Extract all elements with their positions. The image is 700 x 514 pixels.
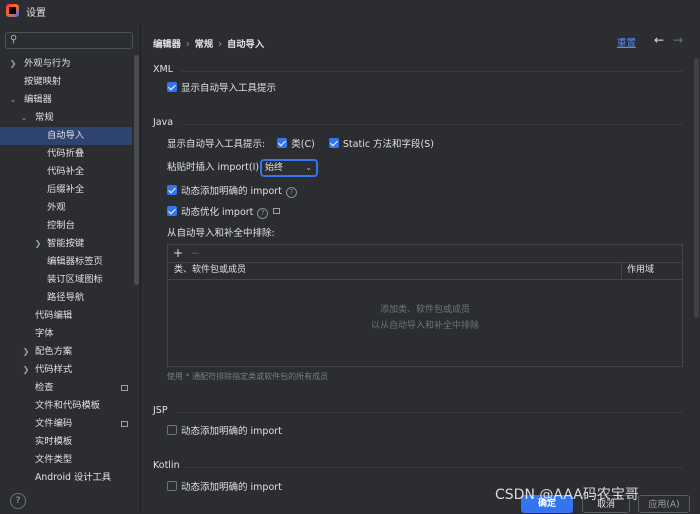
chevron-right-icon[interactable]: ❯ xyxy=(21,361,31,379)
chevron-right-icon: › xyxy=(218,39,222,50)
sidebar-item-color-scheme[interactable]: ❯ 配色方案 xyxy=(0,343,132,361)
section-title-java: Java xyxy=(153,117,174,128)
section-title-kotlin: Kotlin xyxy=(153,460,180,471)
project-settings-icon xyxy=(273,208,281,214)
sidebar-item-code-editing[interactable]: 代码编辑 xyxy=(0,307,132,325)
settings-sidebar: ⚲ ❯ 外观与行为 按键映射 ⌄ 编辑器 ⌄ 常规 自动导入 代码折叠 代码补全… xyxy=(0,22,140,513)
xml-show-popup-option[interactable]: 显示自动导入工具提示 xyxy=(167,82,276,96)
paste-import-value: 始终 xyxy=(265,163,284,173)
exclude-table-header: 类、软件包或成员 作用域 xyxy=(168,262,682,280)
title-bar: 设置 xyxy=(0,0,700,22)
sidebar-item-appearance[interactable]: ❯ 外观与行为 xyxy=(0,55,132,73)
java-optimize-option[interactable]: 动态优化 import? xyxy=(167,206,281,220)
exclude-hint: 使用 * 通配符排除指定类或软件包的所有成员 xyxy=(167,372,329,381)
chevron-right-icon[interactable]: ❯ xyxy=(33,235,43,253)
section-divider xyxy=(183,124,683,125)
sidebar-scrollbar[interactable] xyxy=(134,55,139,285)
sidebar-item-font[interactable]: 字体 xyxy=(0,325,132,343)
column-header-class[interactable]: 类、软件包或成员 xyxy=(174,262,246,279)
section-title-jsp: JSP xyxy=(153,405,168,416)
sidebar-item-file-templates[interactable]: 文件和代码模板 xyxy=(0,397,132,415)
exclude-toolbar: + − xyxy=(168,245,682,263)
sidebar-item-appearance-editor[interactable]: 外观 xyxy=(0,199,132,217)
exclude-table: + − 类、软件包或成员 作用域 添加类、软件包或成员 以从自动导入和补全中排除 xyxy=(167,244,683,367)
search-input[interactable] xyxy=(25,34,125,47)
checkbox-checked[interactable] xyxy=(277,138,288,148)
chevron-down-icon[interactable]: ⌄ xyxy=(19,109,29,127)
settings-main-panel: 编辑器 › 常规 › 自动导入 重置 ← → XML 显示自动导入工具提示 Java 显… xyxy=(140,22,700,513)
forward-arrow-icon[interactable]: → xyxy=(673,33,683,47)
java-add-unambiguous-option[interactable]: 动态添加明确的 import? xyxy=(167,185,297,199)
chevron-down-icon[interactable]: ⌄ xyxy=(8,91,18,109)
sidebar-item-general[interactable]: ⌄ 常规 xyxy=(0,109,132,127)
sidebar-item-editor[interactable]: ⌄ 编辑器 xyxy=(0,91,132,109)
jsp-add-unambiguous-option[interactable]: 动态添加明确的 import xyxy=(167,425,282,439)
sidebar-item-editor-tabs[interactable]: 编辑器标签页 xyxy=(0,253,132,271)
settings-search[interactable]: ⚲ xyxy=(5,32,133,49)
reset-link[interactable]: 重置 xyxy=(617,35,636,49)
java-show-popup-row: 显示自动导入工具提示: 类(C) Static 方法和字段(S) xyxy=(167,138,434,152)
content-scrollbar[interactable] xyxy=(694,58,699,318)
sidebar-item-gutter-icons[interactable]: 装订区域图标 xyxy=(0,271,132,289)
breadcrumb-item-general[interactable]: 常规 xyxy=(195,39,214,50)
settings-content: XML 显示自动导入工具提示 Java 显示自动导入工具提示: 类(C) Sta… xyxy=(141,55,693,495)
empty-table-text: 以从自动导入和补全中排除 xyxy=(370,321,479,331)
sidebar-item-keymap[interactable]: 按键映射 xyxy=(0,73,132,91)
section-divider xyxy=(185,467,683,468)
sidebar-item-live-templates[interactable]: 实时模板 xyxy=(0,433,132,451)
project-settings-icon xyxy=(121,385,128,391)
sidebar-item-code-style[interactable]: ❯ 代码样式 xyxy=(0,361,132,379)
settings-tree: ❯ 外观与行为 按键映射 ⌄ 编辑器 ⌄ 常规 自动导入 代码折叠 代码补全 后… xyxy=(0,55,132,487)
add-icon[interactable]: + xyxy=(173,245,183,262)
help-button[interactable]: ? xyxy=(10,493,26,509)
section-divider xyxy=(181,71,683,72)
java-exclude-title: 从自动导入和补全中排除: xyxy=(167,228,275,239)
app-icon xyxy=(6,4,19,17)
help-icon[interactable]: ? xyxy=(257,208,269,219)
sidebar-item-postfix-completion[interactable]: 后缀补全 xyxy=(0,181,132,199)
sidebar-item-breadcrumbs[interactable]: 路径导航 xyxy=(0,289,132,307)
help-icon[interactable]: ? xyxy=(285,187,297,198)
window-title: 设置 xyxy=(26,8,46,19)
checkbox-unchecked[interactable] xyxy=(167,425,177,435)
sidebar-item-auto-import[interactable]: 自动导入 xyxy=(0,127,132,145)
checkbox-checked[interactable] xyxy=(167,206,177,216)
sidebar-item-code-completion[interactable]: 代码补全 xyxy=(0,163,132,181)
sidebar-item-smart-keys[interactable]: ❯ 智能按键 xyxy=(0,235,132,253)
project-settings-icon xyxy=(121,421,128,427)
chevron-right-icon: › xyxy=(185,39,190,50)
apply-button[interactable]: 应用(A) xyxy=(638,495,690,513)
breadcrumb-item-auto-import: 自动导入 xyxy=(226,39,265,50)
sidebar-item-console[interactable]: 控制台 xyxy=(0,217,132,235)
chevron-right-icon[interactable]: ❯ xyxy=(21,343,31,361)
java-paste-label: 粘贴时插入 import(I): xyxy=(167,162,263,173)
watermark: CSDN @AAA码农宝哥 xyxy=(495,487,639,503)
chevron-right-icon[interactable]: ❯ xyxy=(8,55,18,73)
sidebar-item-code-folding[interactable]: 代码折叠 xyxy=(0,145,132,163)
breadcrumb-item-editor[interactable]: 编辑器 xyxy=(153,39,181,50)
java-classes-option[interactable]: 类(C) xyxy=(277,138,315,150)
paste-import-dropdown[interactable]: 始终 ⌄ xyxy=(260,159,318,177)
empty-table-text: 添加类、软件包或成员 xyxy=(379,305,470,315)
java-show-popup-label: 显示自动导入工具提示: xyxy=(167,139,266,150)
sidebar-item-file-encodings[interactable]: 文件编码 xyxy=(0,415,132,433)
column-header-scope[interactable]: 作用域 xyxy=(627,262,654,279)
checkbox-checked[interactable] xyxy=(167,82,177,92)
column-divider xyxy=(621,262,622,279)
section-divider xyxy=(177,412,683,413)
search-icon: ⚲ xyxy=(10,34,18,45)
checkbox-checked[interactable] xyxy=(167,185,177,195)
kotlin-add-unambiguous-option[interactable]: 动态添加明确的 import xyxy=(167,481,282,495)
section-title-xml: XML xyxy=(153,64,173,75)
breadcrumb: 编辑器 › 常规 › 自动导入 xyxy=(153,36,264,50)
checkbox-unchecked[interactable] xyxy=(167,481,177,491)
sidebar-item-inspections[interactable]: 检查 xyxy=(0,379,132,397)
sidebar-item-file-types[interactable]: 文件类型 xyxy=(0,451,132,469)
remove-icon[interactable]: − xyxy=(190,245,200,262)
back-arrow-icon[interactable]: ← xyxy=(654,33,664,47)
checkbox-checked[interactable] xyxy=(328,138,339,148)
sidebar-item-android-design-tools[interactable]: Android 设计工具 xyxy=(0,469,132,487)
chevron-down-icon: ⌄ xyxy=(305,163,312,172)
java-static-option[interactable]: Static 方法和字段(S) xyxy=(328,138,434,150)
